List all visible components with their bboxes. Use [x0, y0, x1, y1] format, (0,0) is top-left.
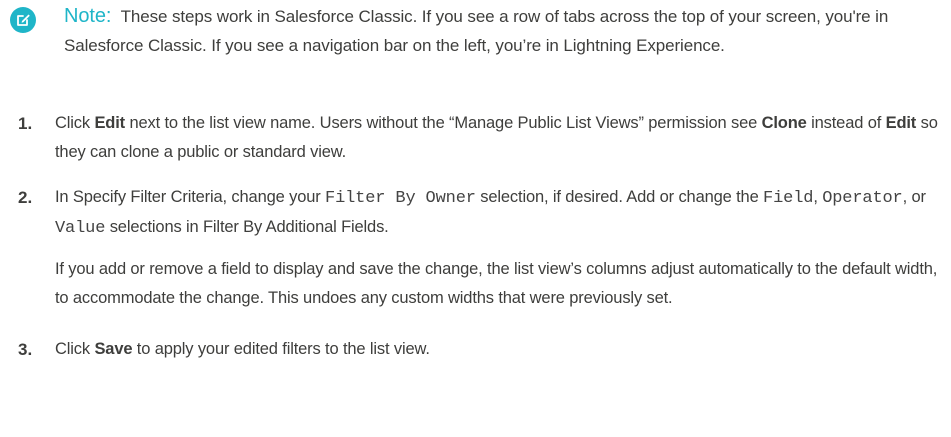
save-ui-label: Save — [94, 340, 133, 358]
edit-ui-label: Edit — [94, 114, 126, 132]
step-text: Click Save to apply your edited filters … — [55, 335, 948, 364]
step-3: 3. Click Save to apply your edited filte… — [18, 335, 948, 364]
step-number: 2. — [18, 188, 33, 207]
step-text-run: instead of — [806, 114, 886, 132]
operator-code: Operator — [822, 189, 903, 208]
step-text-run: next to the list view name. Users withou… — [125, 114, 762, 132]
step-text-run: to apply your edited filters to the list… — [132, 340, 430, 358]
clone-ui-label: Clone — [761, 114, 807, 132]
field-code: Field — [763, 189, 814, 208]
note-callout: Note: These steps work in Salesforce Cla… — [10, 2, 945, 60]
edit-ui-label: Edit — [885, 114, 917, 132]
value-code: Value — [55, 219, 106, 238]
note-label: Note: — [64, 5, 112, 27]
step-text: Click Edit next to the list view name. U… — [55, 109, 948, 167]
steps-list: 1. Click Edit next to the list view name… — [18, 109, 948, 380]
step-1: 1. Click Edit next to the list view name… — [18, 109, 948, 167]
filter-by-owner-code: Filter By Owner — [325, 189, 476, 208]
step-text-run: , or — [902, 188, 926, 206]
step-text-run: , — [813, 188, 823, 206]
note-body-text: These steps work in Salesforce Classic. … — [64, 7, 889, 55]
step-text: In Specify Filter Criteria, change your … — [55, 183, 948, 243]
step-number: 1. — [18, 114, 33, 133]
step-number: 3. — [18, 340, 33, 359]
help-page: Note: These steps work in Salesforce Cla… — [0, 0, 951, 437]
edit-note-icon — [10, 7, 36, 33]
step-detail-text: If you add or remove a field to display … — [55, 260, 938, 307]
step-text-run: selections in Filter By Additional Field… — [105, 218, 389, 236]
step-2: 2. In Specify Filter Criteria, change yo… — [18, 183, 948, 313]
step-text-run: selection, if desired. Add or change the — [475, 188, 764, 206]
step-text-run: In Specify Filter Criteria, change your — [55, 188, 326, 206]
note-text: Note: These steps work in Salesforce Cla… — [64, 2, 945, 60]
step-text-run: Click — [55, 340, 95, 358]
step-text-run: Click — [55, 114, 95, 132]
